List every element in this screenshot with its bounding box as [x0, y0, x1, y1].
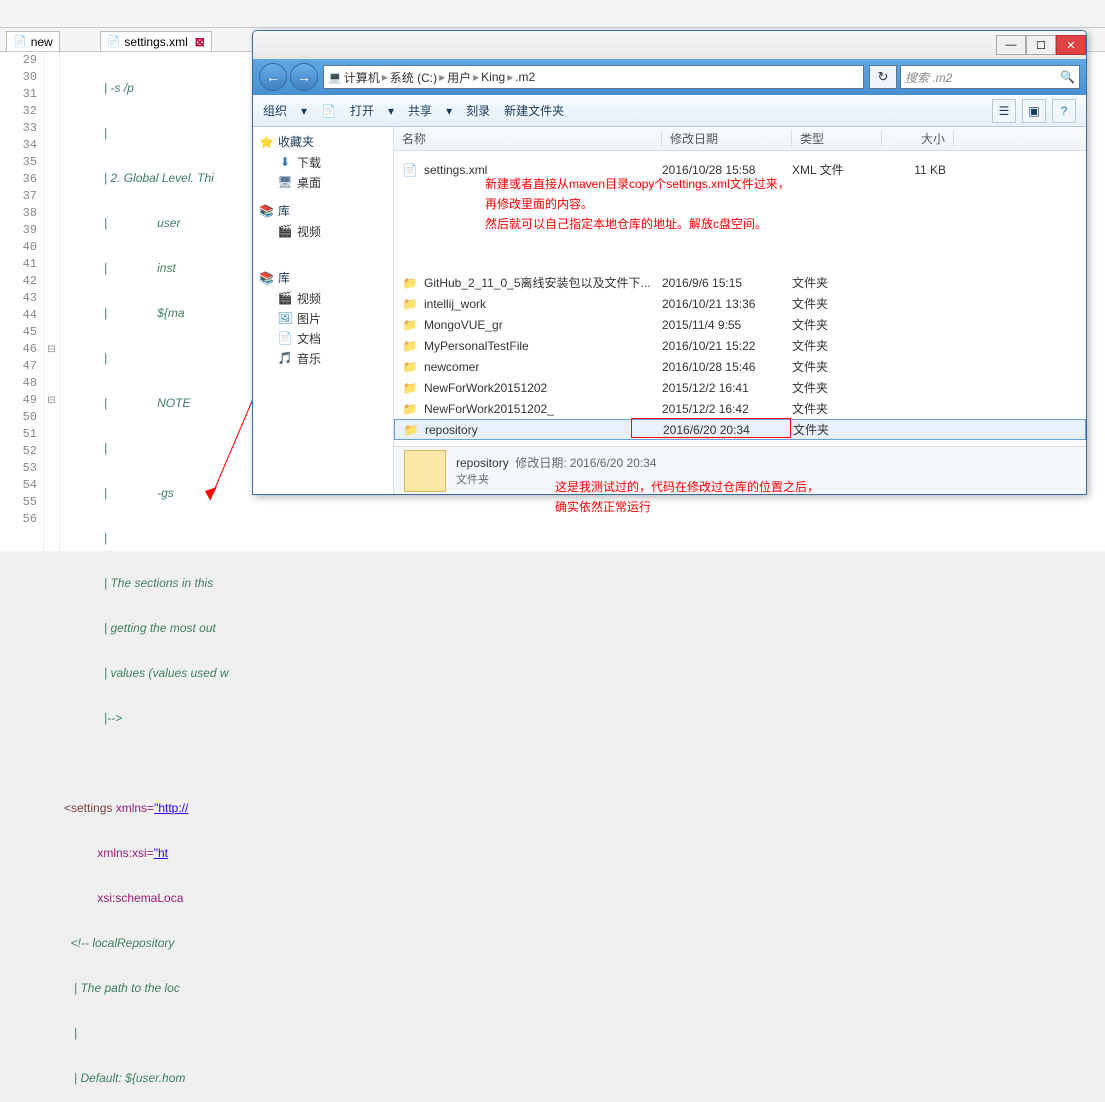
- maximize-button[interactable]: ☐: [1026, 35, 1056, 55]
- search-icon: 🔍: [1060, 70, 1075, 84]
- folder-icon: 📁: [402, 317, 418, 333]
- open-button[interactable]: 打开: [350, 102, 374, 119]
- music-icon: 🎵: [277, 350, 293, 366]
- refresh-button[interactable]: ↻: [869, 65, 897, 89]
- line-gutter: 29303132 33343536 37383940 41424344 4546…: [0, 52, 44, 551]
- video-icon: 🎬: [277, 223, 293, 239]
- annotation-text-1: 新建或者直接从maven目录copy个settings.xml文件过来， 再修改…: [485, 174, 790, 234]
- ide-tab-settings[interactable]: 📄settings.xml⊠: [100, 31, 212, 51]
- help-button[interactable]: ?: [1052, 99, 1076, 123]
- sidebar-item-videos-2[interactable]: 🎬视频: [253, 288, 393, 308]
- folder-icon: 📁: [403, 422, 419, 438]
- sidebar-favorites[interactable]: ⭐ 收藏夹: [253, 131, 393, 152]
- share-button[interactable]: 共享: [408, 102, 432, 119]
- folder-large-icon: [404, 450, 446, 492]
- ide-tab-new[interactable]: 📄new: [6, 31, 60, 51]
- folder-icon: 📁: [402, 401, 418, 417]
- ide-toolbar: [0, 0, 1105, 28]
- sidebar-item-desktop[interactable]: 🖥桌面: [253, 172, 393, 192]
- annotation-text-2: 这是我测试过的，代码在修改过仓库的位置之后， 确实依然正常运行: [555, 477, 819, 517]
- view-button[interactable]: ☰: [992, 99, 1016, 123]
- folder-icon: 📁: [402, 338, 418, 354]
- file-header[interactable]: 名称 修改日期 类型 大小: [394, 127, 1086, 151]
- file-row[interactable]: 📁NewForWork201512022015/12/2 16:41文件夹: [394, 377, 1086, 398]
- sidebar-libraries-2[interactable]: 📚 库: [253, 267, 393, 288]
- file-icon: 📄: [402, 162, 418, 178]
- folder-icon: 📁: [402, 380, 418, 396]
- file-row-selected[interactable]: 📁repository2016/6/20 20:34文件夹: [394, 419, 1086, 440]
- document-icon: 📄: [277, 330, 293, 346]
- command-bar: 组织▾ 📄打开▾ 共享▾ 刻录 新建文件夹 ☰ ▣ ?: [253, 95, 1086, 127]
- file-row[interactable]: 📁intellij_work2016/10/21 13:36文件夹: [394, 293, 1086, 314]
- desktop-icon: 🖥: [277, 174, 293, 190]
- burn-button[interactable]: 刻录: [466, 102, 490, 119]
- forward-button[interactable]: →: [290, 63, 318, 91]
- sidebar: ⭐ 收藏夹 ⬇下载 🖥桌面 📚 库 🎬视频 📚 库 🎬视频 🖼图片 📄文档 🎵音…: [253, 127, 393, 494]
- sidebar-item-pictures[interactable]: 🖼图片: [253, 308, 393, 328]
- file-row[interactable]: 📁GitHub_2_11_0_5离线安装包以及文件下...2016/9/6 15…: [394, 272, 1086, 293]
- search-input[interactable]: 搜索 .m2🔍: [900, 65, 1080, 89]
- back-button[interactable]: ←: [259, 63, 287, 91]
- close-icon[interactable]: ⊠: [195, 35, 205, 49]
- video-icon: 🎬: [277, 290, 293, 306]
- close-button[interactable]: ✕: [1056, 35, 1086, 55]
- preview-button[interactable]: ▣: [1022, 99, 1046, 123]
- sidebar-item-videos[interactable]: 🎬视频: [253, 221, 393, 241]
- sidebar-item-documents[interactable]: 📄文档: [253, 328, 393, 348]
- fold-gutter: ⊟⊟: [44, 52, 60, 551]
- titlebar[interactable]: — ☐ ✕: [253, 31, 1086, 59]
- organize-button[interactable]: 组织: [263, 102, 287, 119]
- sidebar-item-music[interactable]: 🎵音乐: [253, 348, 393, 368]
- minimize-button[interactable]: —: [996, 35, 1026, 55]
- folder-icon: 📁: [402, 296, 418, 312]
- folder-icon: 📁: [402, 359, 418, 375]
- file-row[interactable]: 📁MongoVUE_gr2015/11/4 9:55文件夹: [394, 314, 1086, 335]
- sidebar-libraries[interactable]: 📚 库: [253, 200, 393, 221]
- file-row[interactable]: 📁MyPersonalTestFile2016/10/21 15:22文件夹: [394, 335, 1086, 356]
- file-row[interactable]: 📁NewForWork20151202_2015/12/2 16:42文件夹: [394, 398, 1086, 419]
- sidebar-item-downloads[interactable]: ⬇下载: [253, 152, 393, 172]
- newfolder-button[interactable]: 新建文件夹: [504, 102, 564, 119]
- file-row[interactable]: 📁newcomer2016/10/28 15:46文件夹: [394, 356, 1086, 377]
- download-icon: ⬇: [277, 154, 293, 170]
- folder-icon: 📁: [402, 275, 418, 291]
- picture-icon: 🖼: [277, 310, 293, 326]
- explorer-window: — ☐ ✕ ← → 💻 计算机▸ 系统 (C:)▸ 用户▸ King▸ .m2 …: [252, 30, 1087, 495]
- nav-bar: ← → 💻 计算机▸ 系统 (C:)▸ 用户▸ King▸ .m2 ↻ 搜索 .…: [253, 59, 1086, 95]
- address-bar[interactable]: 💻 计算机▸ 系统 (C:)▸ 用户▸ King▸ .m2: [323, 65, 864, 89]
